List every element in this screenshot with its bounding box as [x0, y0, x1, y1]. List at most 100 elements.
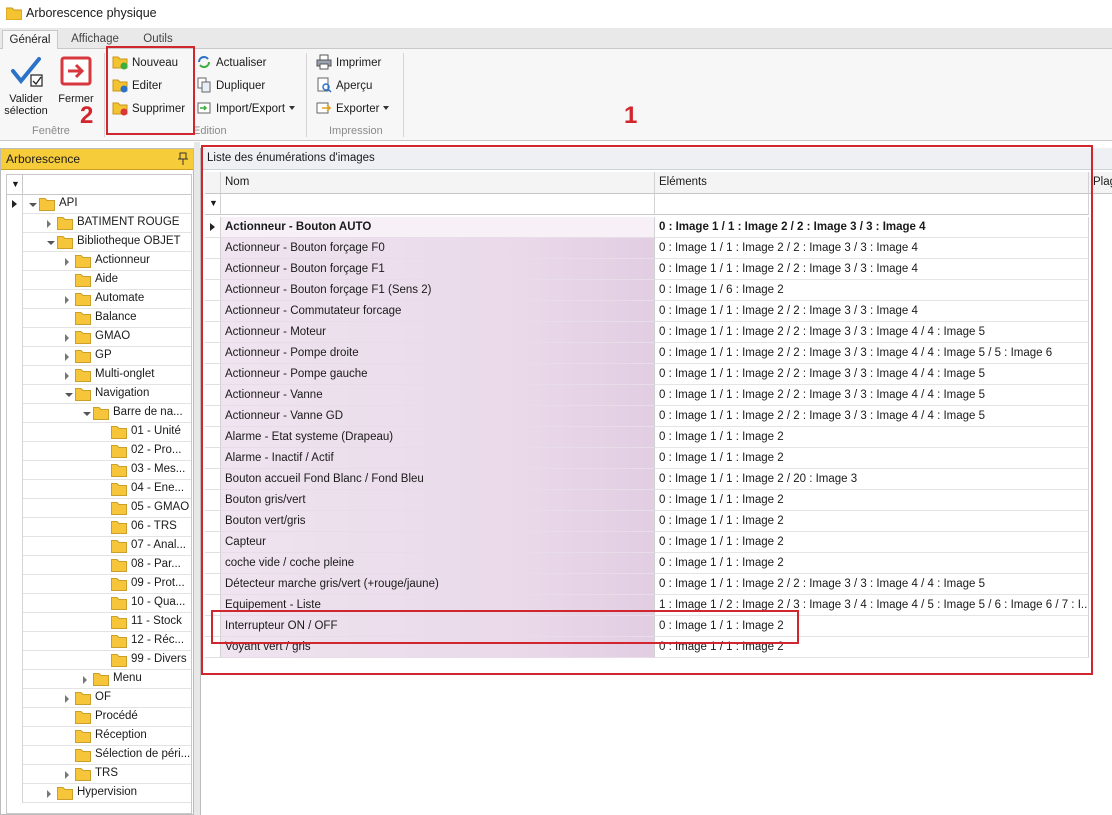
cell-elements[interactable]: 0 : Image 1 / 1 : Image 2: [655, 490, 1089, 511]
cell-elements[interactable]: 0 : Image 1 / 1 : Image 2 / 2 : Image 3 …: [655, 364, 1089, 385]
tree-node[interactable]: 01 - Unité: [7, 423, 191, 442]
tree-view[interactable]: ▼ API BATIMENT ROUGE Bibliotheque OBJET Act…: [6, 174, 192, 814]
tree-node[interactable]: Sélection de péri...: [7, 746, 191, 765]
cell-nom[interactable]: Actionneur - Commutateur forcage: [221, 301, 655, 322]
tree-node[interactable]: Bibliotheque OBJET: [7, 233, 191, 252]
table-row[interactable]: Equipement - Liste 1 : Image 1 / 2 : Imag…: [205, 595, 1093, 616]
column-header-plage[interactable]: Plag: [1089, 172, 1112, 194]
tree-node[interactable]: Barre de na...: [7, 404, 191, 423]
cell-elements[interactable]: 0 : Image 1 / 1 : Image 2 / 2 : Image 3 …: [655, 301, 1089, 322]
tab-general[interactable]: Général: [2, 30, 58, 50]
cell-nom[interactable]: Equipement - Liste: [221, 595, 655, 616]
tree-node[interactable]: 03 - Mes...: [7, 461, 191, 480]
tree-node[interactable]: 12 - Réc...: [7, 632, 191, 651]
filter-cell-elements[interactable]: [655, 194, 1089, 215]
tree-node[interactable]: BATIMENT ROUGE: [7, 214, 191, 233]
cell-nom[interactable]: Alarme - Etat systeme (Drapeau): [221, 427, 655, 448]
tree-node[interactable]: 11 - Stock: [7, 613, 191, 632]
cell-nom[interactable]: Actionneur - Bouton forçage F1 (Sens 2): [221, 280, 655, 301]
tree-node[interactable]: GMAO: [7, 328, 191, 347]
cell-nom[interactable]: Bouton accueil Fond Blanc / Fond Bleu: [221, 469, 655, 490]
tree-node[interactable]: 09 - Prot...: [7, 575, 191, 594]
cell-elements[interactable]: 0 : Image 1 / 1 : Image 2 / 2 : Image 3 …: [655, 238, 1089, 259]
cell-nom[interactable]: Actionneur - Vanne GD: [221, 406, 655, 427]
cell-elements[interactable]: 1 : Image 1 / 2 : Image 2 / 3 : Image 3 …: [655, 595, 1089, 616]
tree-node[interactable]: 04 - Ene...: [7, 480, 191, 499]
supprimer-button[interactable]: Supprimer: [112, 99, 185, 119]
tree-node[interactable]: 99 - Divers: [7, 651, 191, 670]
table-row[interactable]: Voyant vert / gris 0 : Image 1 / 1 : Imag…: [205, 637, 1093, 658]
filter-cell-nom[interactable]: [221, 194, 655, 215]
apercu-button[interactable]: Aperçu: [316, 76, 372, 96]
expand-open-icon[interactable]: [29, 203, 37, 207]
editer-button[interactable]: Editer: [112, 76, 162, 96]
cell-elements[interactable]: 0 : Image 1 / 1 : Image 2: [655, 616, 1089, 637]
cell-nom[interactable]: Actionneur - Bouton AUTO: [221, 217, 655, 238]
table-row[interactable]: Actionneur - Bouton AUTO 0 : Image 1 / 1 …: [205, 217, 1093, 238]
table-row[interactable]: Bouton accueil Fond Blanc / Fond Bleu 0 :…: [205, 469, 1093, 490]
cell-nom[interactable]: Actionneur - Bouton forçage F1: [221, 259, 655, 280]
enumerations-grid[interactable]: Nom Eléments Plag ▼ Actionneur - Bouton …: [205, 172, 1112, 812]
cell-elements[interactable]: 0 : Image 1 / 1 : Image 2 / 2 : Image 3 …: [655, 574, 1089, 595]
tree-node[interactable]: 07 - Anal...: [7, 537, 191, 556]
cell-elements[interactable]: 0 : Image 1 / 1 : Image 2: [655, 511, 1089, 532]
expand-closed-icon[interactable]: [65, 353, 69, 361]
expand-closed-icon[interactable]: [65, 258, 69, 266]
expand-closed-icon[interactable]: [65, 771, 69, 779]
table-row[interactable]: coche vide / coche pleine 0 : Image 1 / 1…: [205, 553, 1093, 574]
table-row[interactable]: Actionneur - Vanne 0 : Image 1 / 1 : Imag…: [205, 385, 1093, 406]
table-row[interactable]: Actionneur - Moteur 0 : Image 1 / 1 : Ima…: [205, 322, 1093, 343]
expand-open-icon[interactable]: [47, 241, 55, 245]
import-export-button[interactable]: Import/Export: [196, 99, 296, 119]
table-row[interactable]: Bouton vert/gris 0 : Image 1 / 1 : Image …: [205, 511, 1093, 532]
table-row[interactable]: Actionneur - Commutateur forcage 0 : Imag…: [205, 301, 1093, 322]
tree-node[interactable]: Actionneur: [7, 252, 191, 271]
tree-node[interactable]: Navigation: [7, 385, 191, 404]
table-row[interactable]: Capteur 0 : Image 1 / 1 : Image 2: [205, 532, 1093, 553]
cell-nom[interactable]: Voyant vert / gris: [221, 637, 655, 658]
cell-nom[interactable]: Alarme - Inactif / Actif: [221, 448, 655, 469]
cell-nom[interactable]: Actionneur - Pompe droite: [221, 343, 655, 364]
table-row[interactable]: Actionneur - Pompe gauche 0 : Image 1 / 1…: [205, 364, 1093, 385]
expand-closed-icon[interactable]: [47, 220, 51, 228]
cell-nom[interactable]: Actionneur - Pompe gauche: [221, 364, 655, 385]
column-header-nom[interactable]: Nom: [221, 172, 655, 194]
table-row[interactable]: Actionneur - Bouton forçage F0 0 : Image …: [205, 238, 1093, 259]
cell-nom[interactable]: Détecteur marche gris/vert (+rouge/jaune…: [221, 574, 655, 595]
tree-node[interactable]: Réception: [7, 727, 191, 746]
tree-node[interactable]: Aide: [7, 271, 191, 290]
cell-elements[interactable]: 0 : Image 1 / 1 : Image 2: [655, 553, 1089, 574]
tree-node[interactable]: API: [7, 195, 191, 214]
tree-node[interactable]: Procédé: [7, 708, 191, 727]
exporter-button[interactable]: Exporter: [316, 99, 390, 119]
tree-node[interactable]: Automate: [7, 290, 191, 309]
table-row[interactable]: Alarme - Etat systeme (Drapeau) 0 : Image…: [205, 427, 1093, 448]
table-row[interactable]: Interrupteur ON / OFF 0 : Image 1 / 1 : I…: [205, 616, 1093, 637]
tree-node[interactable]: Hypervision: [7, 784, 191, 803]
nouveau-button[interactable]: Nouveau: [112, 53, 178, 73]
cell-nom[interactable]: Capteur: [221, 532, 655, 553]
expand-closed-icon[interactable]: [65, 334, 69, 342]
cell-nom[interactable]: Actionneur - Vanne: [221, 385, 655, 406]
imprimer-button[interactable]: Imprimer: [316, 53, 381, 73]
tree-node[interactable]: 02 - Pro...: [7, 442, 191, 461]
cell-elements[interactable]: 0 : Image 1 / 1 : Image 2 / 2 : Image 3 …: [655, 343, 1089, 364]
tree-node[interactable]: Menu: [7, 670, 191, 689]
cell-elements[interactable]: 0 : Image 1 / 1 : Image 2 / 2 : Image 3 …: [655, 217, 1089, 238]
expand-open-icon[interactable]: [65, 393, 73, 397]
expand-closed-icon[interactable]: [65, 296, 69, 304]
tree-node[interactable]: 08 - Par...: [7, 556, 191, 575]
cell-elements[interactable]: 0 : Image 1 / 1 : Image 2 / 2 : Image 3 …: [655, 322, 1089, 343]
tree-node[interactable]: TRS: [7, 765, 191, 784]
tree-node[interactable]: 06 - TRS: [7, 518, 191, 537]
cell-elements[interactable]: 0 : Image 1 / 1 : Image 2: [655, 637, 1089, 658]
pin-icon[interactable]: [177, 152, 189, 166]
tree-node[interactable]: OF: [7, 689, 191, 708]
tree-node[interactable]: Balance: [7, 309, 191, 328]
column-header-elements[interactable]: Eléments: [655, 172, 1089, 194]
cell-elements[interactable]: 0 : Image 1 / 1 : Image 2: [655, 532, 1089, 553]
table-row[interactable]: Actionneur - Vanne GD 0 : Image 1 / 1 : I…: [205, 406, 1093, 427]
tab-outils[interactable]: Outils: [132, 30, 184, 49]
tree-node[interactable]: 10 - Qua...: [7, 594, 191, 613]
expand-closed-icon[interactable]: [83, 676, 87, 684]
